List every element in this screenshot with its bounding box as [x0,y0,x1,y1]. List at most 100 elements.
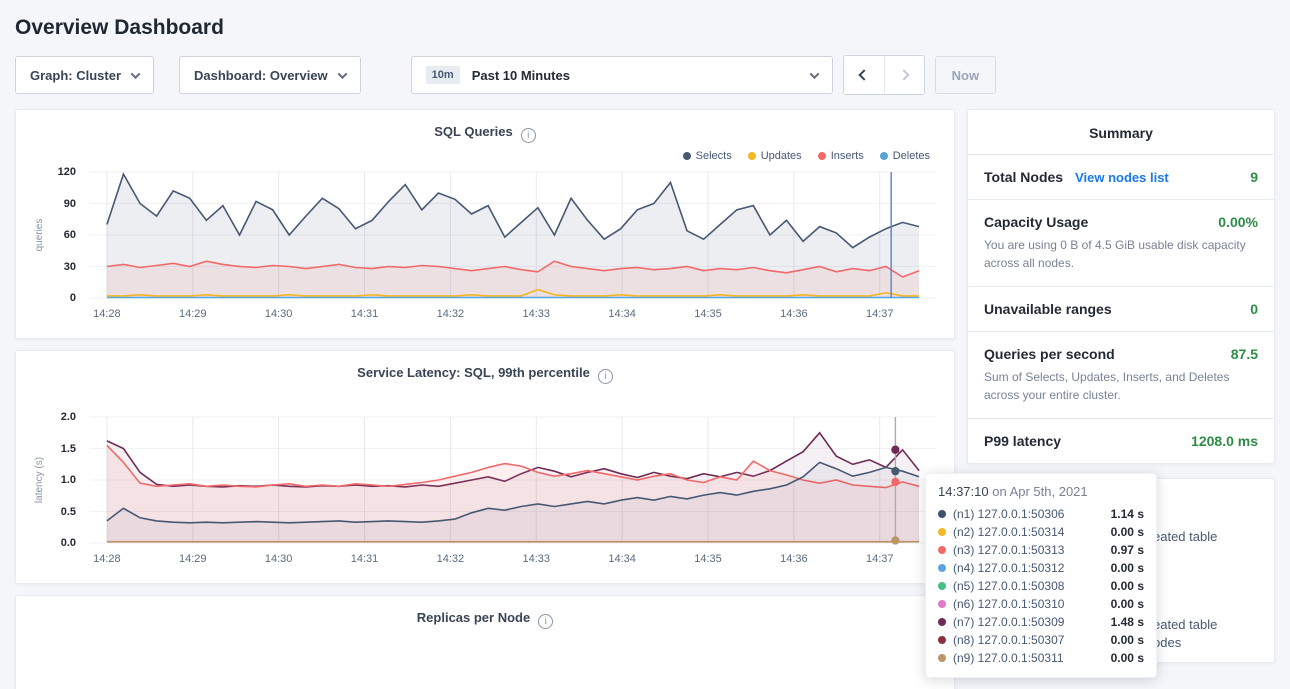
x-axis-tick: 14:36 [780,553,808,565]
tooltip-timestamp: 14:37:10 on Apr 5th, 2021 [938,484,1144,499]
x-axis-tick: 14:29 [179,553,207,565]
x-axis-tick: 14:34 [608,553,636,565]
dashboard-select-label: Dashboard: Overview [194,68,328,83]
tooltip-node-value: 0.00 s [1111,561,1144,575]
tooltip-node-value: 1.14 s [1111,507,1144,521]
capacity-usage-value: 0.00% [1218,214,1258,230]
summary-title: Summary [968,110,1274,154]
summary-row-unavailable-ranges: Unavailable ranges 0 [968,286,1274,331]
summary-row-total-nodes: Total Nodes View nodes list 9 [968,154,1274,199]
service-latency-chart-card: Service Latency: SQL, 99th percentilei l… [15,350,955,584]
queries-per-second-label: Queries per second [984,346,1115,362]
tooltip-node-value: 0.00 s [1111,651,1144,665]
summary-row-queries-per-second: Queries per second 87.5 Sum of Selects, … [968,331,1274,418]
y-axis-tick: 120 [58,166,76,178]
legend-dot-icon [748,152,756,160]
time-range-dropdown[interactable]: 10m Past 10 Minutes [411,56,833,94]
x-axis-tick: 14:37 [866,553,894,565]
node-color-dot-icon [938,564,946,572]
x-axis-tick: 14:35 [694,308,722,320]
node-color-dot-icon [938,636,946,644]
tooltip-node-value: 0.00 s [1111,597,1144,611]
tooltip-node-label: (n2) 127.0.0.1:50314 [953,525,1064,539]
x-axis-ticks: 14:2814:2914:3014:3114:3214:3314:3414:35… [90,308,936,326]
legend-item-inserts[interactable]: Inserts [818,150,864,162]
node-color-dot-icon [938,654,946,662]
tooltip-node-row: (n7) 127.0.0.1:50309 1.48 s [938,613,1144,631]
x-axis-tick: 14:33 [522,553,550,565]
y-axis-tick: 60 [64,229,76,241]
tooltip-node-row: (n9) 127.0.0.1:503110.00 s [938,649,1144,667]
tooltip-node-label: (n5) 127.0.0.1:50308 [953,579,1064,593]
node-color-dot-icon [938,546,946,554]
tooltip-node-value: 0.00 s [1111,579,1144,593]
tooltip-node-value: 1.48 s [1111,615,1144,629]
tooltip-node-value: 0.00 s [1111,633,1144,647]
service-latency-chart[interactable] [90,412,936,547]
tooltip-node-label: (n7) 127.0.0.1:50309 [953,615,1064,629]
y-axis-tick: 0.0 [61,537,76,549]
view-nodes-list-link[interactable]: View nodes list [1075,170,1169,185]
event-text-fragment: eated table [1153,529,1217,544]
summary-row-p99-latency: P99 latency 1208.0 ms [968,418,1274,463]
dashboard-select-dropdown[interactable]: Dashboard: Overview [179,56,361,94]
tooltip-node-value: 0.97 s [1111,543,1144,557]
info-icon[interactable]: i [521,128,536,143]
chevron-down-icon [809,69,819,79]
graph-scope-dropdown[interactable]: Graph: Cluster [15,56,154,94]
chart-title-row: SQL Queriesi [34,124,936,143]
y-axis-tick: 2.0 [61,411,76,423]
next-interval-button[interactable] [884,56,924,94]
y-axis-ticks: 2.01.51.00.50.0 [34,412,86,547]
x-axis-tick: 14:31 [351,553,379,565]
info-icon[interactable]: i [538,614,553,629]
graph-scope-label: Graph: Cluster [30,68,121,83]
x-axis-tick: 14:30 [265,308,293,320]
sql-queries-plot-area[interactable]: queries 1209060300 [34,167,936,302]
x-axis-ticks: 14:2814:2914:3014:3114:3214:3314:3414:35… [90,553,936,571]
total-nodes-label: Total Nodes [984,169,1063,185]
service-latency-plot-area[interactable]: latency (s) 2.01.51.00.50.0 [34,412,936,547]
legend-label: Inserts [831,150,864,162]
legend-item-deletes[interactable]: Deletes [880,150,930,162]
y-axis-tick: 30 [64,261,76,273]
previous-interval-button[interactable] [844,56,884,94]
chart-legend: Selects Updates Inserts Deletes [34,147,930,165]
y-axis-tick: 0.5 [61,506,76,518]
node-color-dot-icon [938,510,946,518]
tooltip-node-row: (n2) 127.0.0.1:50314 0.00 s [938,523,1144,541]
chart-title: Service Latency: SQL, 99th percentile [357,365,590,380]
legend-item-updates[interactable]: Updates [748,150,802,162]
tooltip-node-value: 0.00 s [1111,525,1144,539]
legend-dot-icon [880,152,888,160]
chevron-right-icon [899,69,910,80]
x-axis-tick: 14:31 [351,308,379,320]
dashboard-controls: Graph: Cluster Dashboard: Overview 10m P… [0,55,1290,95]
tooltip-node-row: (n1) 127.0.0.1:503061.14 s [938,505,1144,523]
tooltip-node-row: (n4) 127.0.0.1:503120.00 s [938,559,1144,577]
sql-queries-chart[interactable] [90,167,936,302]
tooltip-node-row: (n5) 127.0.0.1:50308 0.00 s [938,577,1144,595]
chevron-down-icon [337,69,347,79]
unavailable-ranges-label: Unavailable ranges [984,301,1112,317]
queries-per-second-subtext: Sum of Selects, Updates, Inserts, and De… [984,368,1258,404]
capacity-usage-subtext: You are using 0 B of 4.5 GiB usable disk… [984,236,1258,272]
chart-title-row: Service Latency: SQL, 99th percentile i [34,365,936,384]
tooltip-date: on Apr 5th, 2021 [989,484,1088,499]
time-nav-button-group [843,55,925,95]
tooltip-node-row: (n6) 127.0.0.1:503100.00 s [938,595,1144,613]
info-icon[interactable]: i [598,369,613,384]
chevron-down-icon [131,69,141,79]
sql-queries-chart-card: SQL Queriesi Selects Updates Inserts Delete… [15,109,955,339]
y-axis-tick: 0 [70,292,76,304]
page-title: Overview Dashboard [0,0,1290,40]
queries-per-second-value: 87.5 [1231,346,1258,362]
tooltip-node-row: (n8) 127.0.0.1:503070.00 s [938,631,1144,649]
y-axis-tick: 1.5 [61,443,76,455]
summary-card: Summary Total Nodes View nodes list 9 Ca… [967,109,1275,464]
now-button[interactable]: Now [935,56,996,94]
legend-dot-icon [818,152,826,160]
legend-item-selects[interactable]: Selects [683,150,732,162]
tooltip-time: 14:37:10 [938,484,989,499]
node-color-dot-icon [938,582,946,590]
